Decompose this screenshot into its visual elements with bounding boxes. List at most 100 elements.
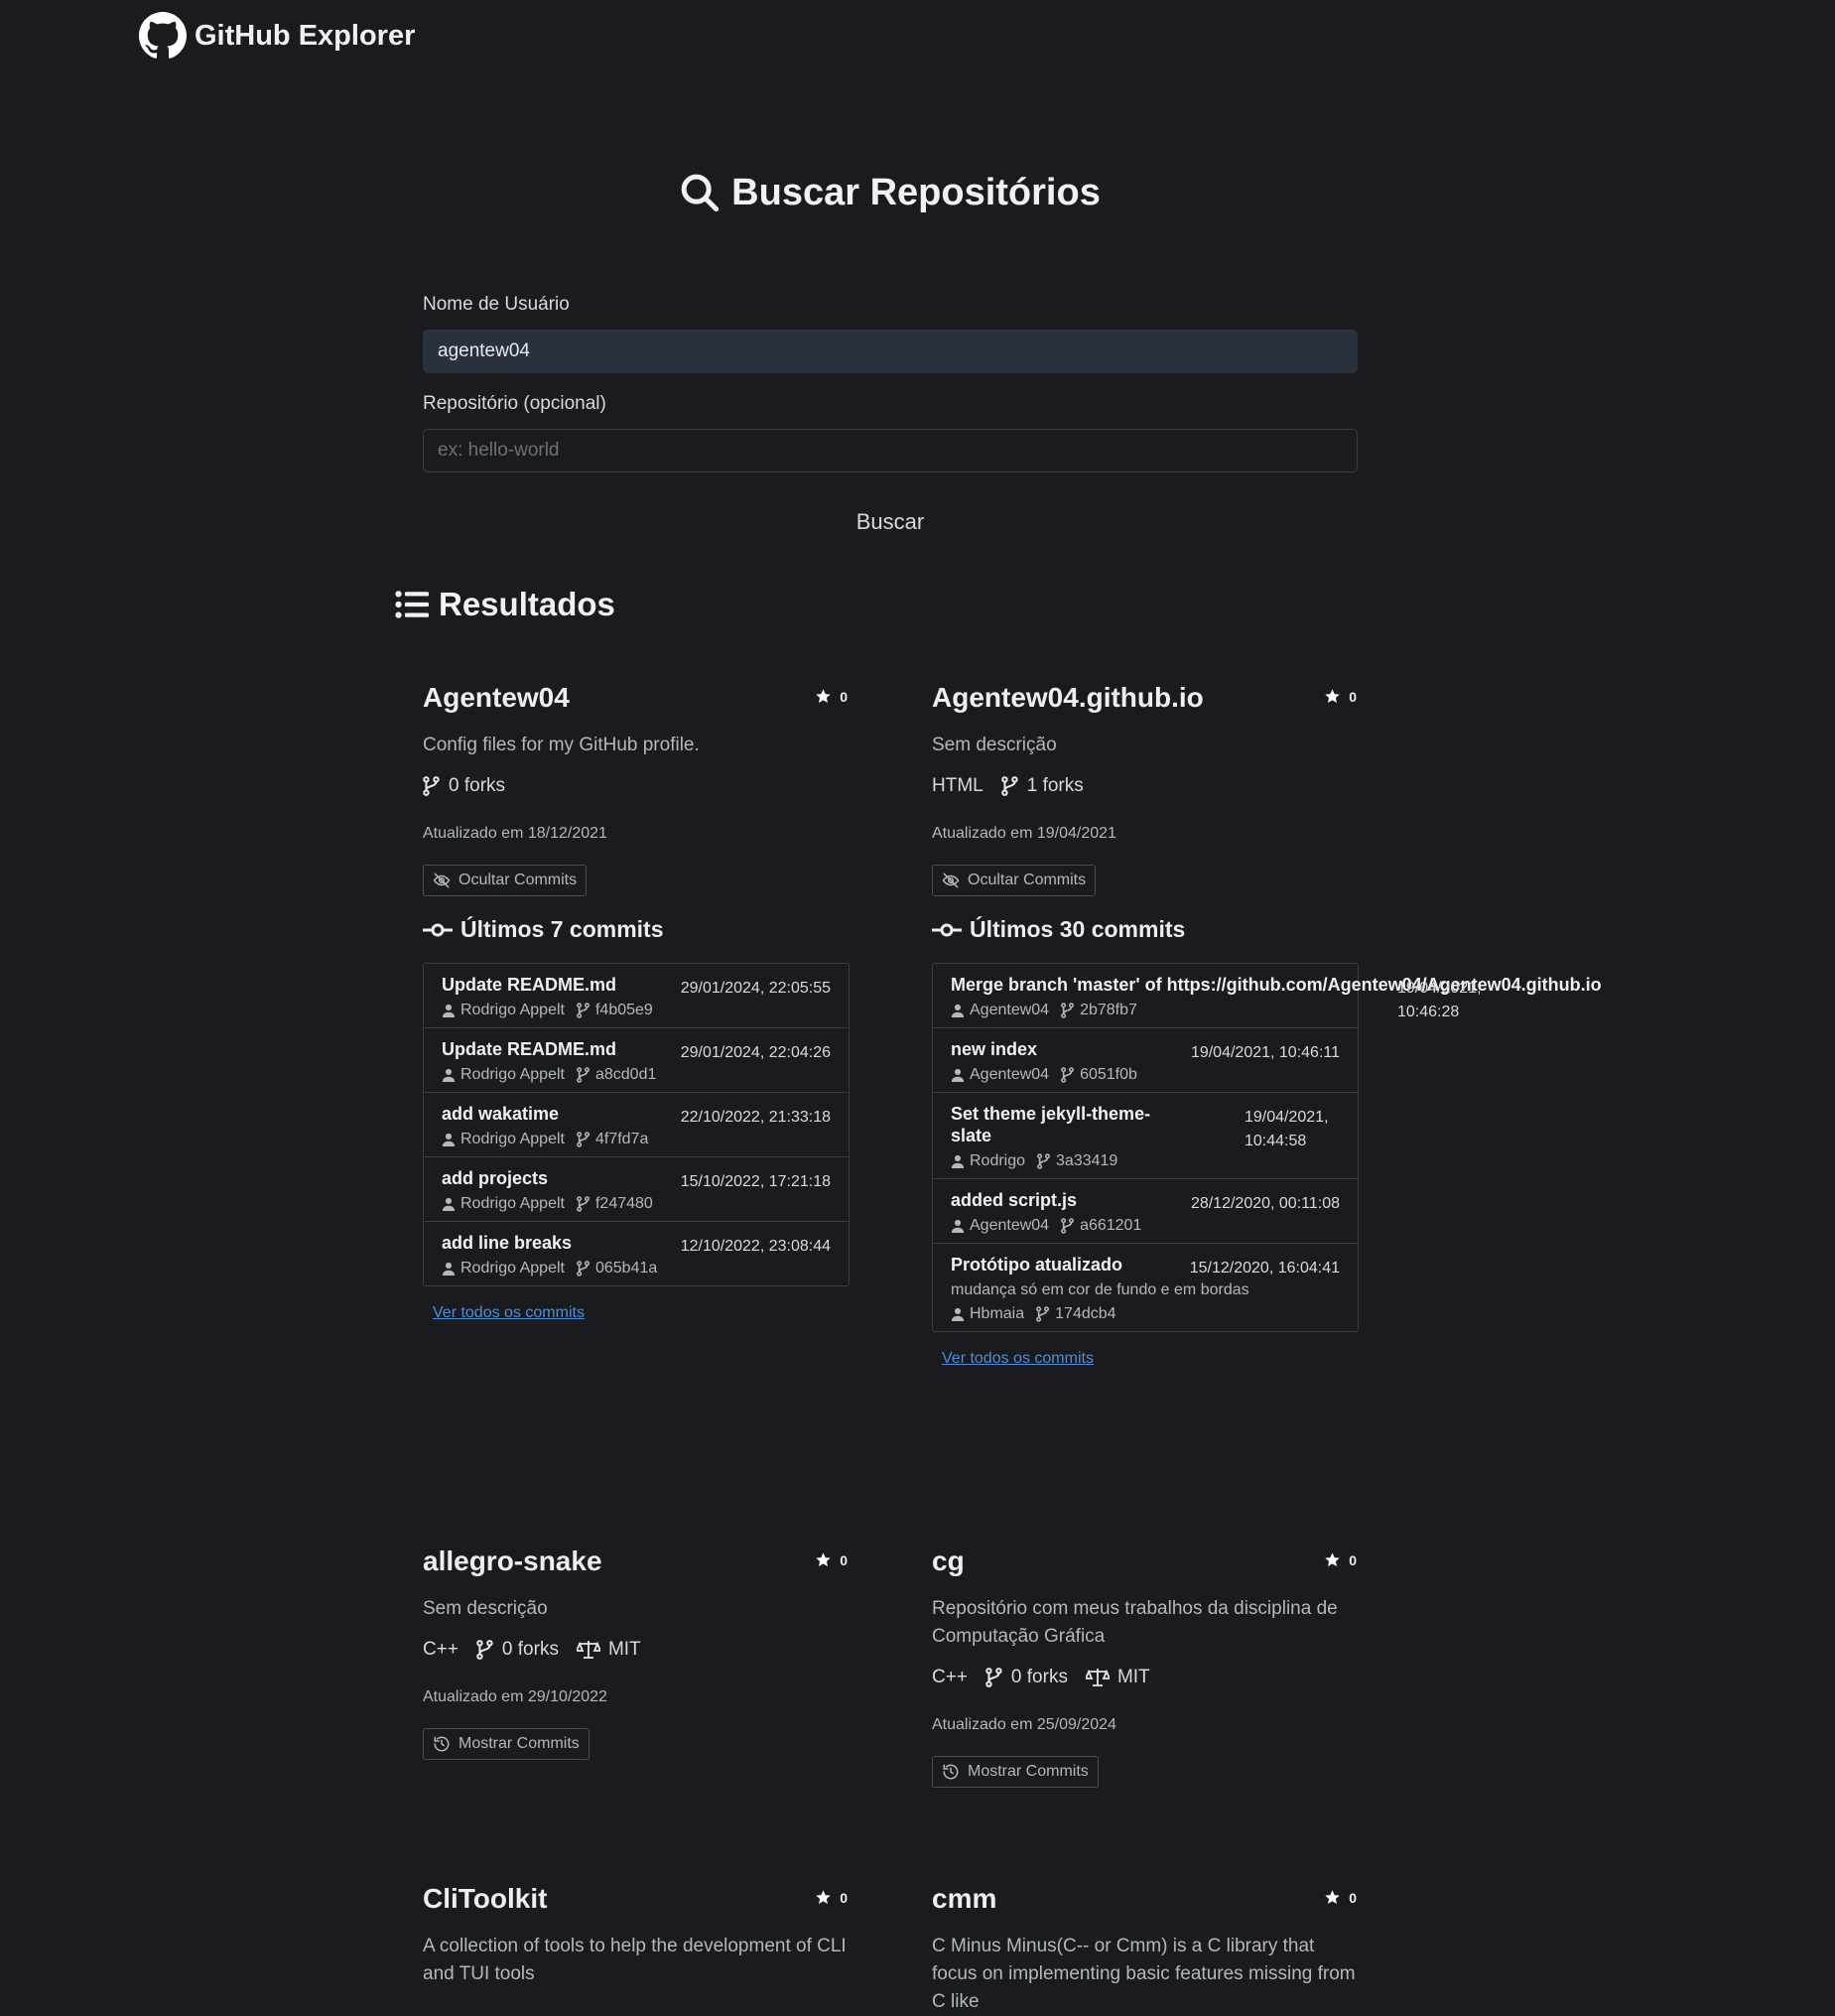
forks-count: 0 forks: [423, 775, 505, 797]
commit-item[interactable]: Set theme jekyll-theme-slate 19/04/2021,…: [933, 1093, 1358, 1179]
repo-description: C Minus Minus(C-- or Cmm) is a C library…: [932, 1936, 1356, 2012]
commit-author: Rodrigo Appelt: [460, 1131, 565, 1147]
repo-name[interactable]: Agentew04: [423, 682, 570, 714]
commit-author: Rodrigo Appelt: [460, 1260, 565, 1277]
commit-item[interactable]: add wakatime 22/10/2022, 21:33:18 Rodrig…: [424, 1093, 849, 1157]
commit-item[interactable]: Update README.md 29/01/2024, 22:05:55 Ro…: [424, 964, 849, 1028]
commit-date: 19/04/2021, 10:46:28: [1397, 980, 1482, 1020]
view-all-commits-link[interactable]: Ver todos os commits: [942, 1350, 1094, 1368]
app-title[interactable]: GitHub Explorer: [195, 20, 415, 53]
scale-icon: [576, 1641, 600, 1659]
star-icon: [816, 689, 831, 704]
branch-icon: [1061, 1067, 1075, 1083]
commit-item[interactable]: Merge branch 'master' of https://github.…: [933, 964, 1602, 1028]
commit-item[interactable]: added script.js 28/12/2020, 00:11:08 Age…: [933, 1179, 1358, 1244]
commit-item[interactable]: add line breaks 12/10/2022, 23:08:44 Rod…: [424, 1222, 849, 1285]
language: C++: [423, 1639, 459, 1660]
commit-item[interactable]: add projects 15/10/2022, 17:21:18 Rodrig…: [424, 1157, 849, 1222]
commit-item[interactable]: Update README.md 29/01/2024, 22:04:26 Ro…: [424, 1028, 849, 1093]
repo-description: Config files for my GitHub profile.: [423, 735, 700, 755]
license: MIT: [1085, 1667, 1150, 1688]
search-button[interactable]: Buscar: [851, 508, 930, 536]
branch-icon: [1037, 1153, 1051, 1169]
commit-message: Merge branch 'master' of https://github.…: [951, 975, 1602, 995]
commit-date: 19/04/2021, 10:44:58: [1245, 1109, 1329, 1149]
commits-heading: Últimos 7 commits: [423, 916, 850, 943]
show-commits-button[interactable]: Mostrar Commits: [423, 1728, 590, 1760]
repo-name[interactable]: allegro-snake: [423, 1546, 602, 1577]
repo-input[interactable]: [423, 429, 1358, 472]
star-icon: [1325, 1890, 1340, 1905]
commit-sha: f4b05e9: [594, 1002, 653, 1018]
repo-name[interactable]: cg: [932, 1546, 965, 1577]
repo-card: allegro-snake 0 Sem descrição C++ 0 fork…: [423, 1546, 850, 1760]
show-commits-button[interactable]: Mostrar Commits: [932, 1756, 1099, 1788]
list-icon: [395, 591, 429, 618]
commit-author: Rodrigo Appelt: [460, 1066, 565, 1083]
commit-author: Agentew04: [970, 1217, 1050, 1234]
search-icon: [681, 174, 720, 212]
commit-sha: 174dcb4: [1055, 1305, 1116, 1322]
forks-count: 0 forks: [985, 1667, 1068, 1688]
user-icon: [951, 1004, 965, 1017]
branch-icon: [577, 1261, 590, 1277]
commit-item[interactable]: new index 19/04/2021, 10:46:11 Agentew04…: [933, 1028, 1358, 1093]
user-icon: [442, 1068, 456, 1082]
commit-date: 22/10/2022, 21:33:18: [680, 1109, 831, 1126]
branch-icon: [1061, 1003, 1075, 1018]
history-icon: [434, 1736, 450, 1752]
commit-author: Agentew04: [970, 1002, 1050, 1018]
commit-date: 29/01/2024, 22:05:55: [680, 980, 831, 997]
language: HTML: [932, 775, 983, 796]
user-icon: [951, 1068, 965, 1082]
github-logo-icon[interactable]: [139, 12, 187, 60]
scale-icon: [1085, 1669, 1110, 1686]
commit-date: 15/10/2022, 17:21:18: [680, 1173, 831, 1190]
commit-list: Merge branch 'master' of https://github.…: [932, 963, 1602, 1332]
repo-meta: C++ 0 forks MIT: [423, 1639, 850, 1661]
repo-description: Repositório com meus trabalhos da discip…: [932, 1598, 1338, 1647]
eye-slash-icon: [942, 873, 960, 888]
commit-author: Rodrigo Appelt: [460, 1195, 565, 1212]
branch-icon: [577, 1132, 590, 1147]
star-count: 0: [1324, 1889, 1357, 1906]
branch-icon: [577, 1067, 590, 1083]
commit-author: Rodrigo: [970, 1152, 1026, 1169]
commit-sha: f247480: [594, 1195, 653, 1212]
repo-name[interactable]: CliToolkit: [423, 1883, 547, 1915]
fork-icon: [476, 1640, 493, 1660]
star-count: 0: [1324, 1551, 1357, 1568]
fork-icon: [985, 1668, 1002, 1687]
view-all-commits-link[interactable]: Ver todos os commits: [433, 1304, 585, 1322]
repo-description: Sem descrição: [423, 1598, 548, 1619]
repo-card: CliToolkit 0 A collection of tools to he…: [423, 1883, 850, 1988]
username-label: Nome de Usuário: [423, 294, 570, 315]
updated-date: Atualizado em 29/10/2022: [423, 1688, 607, 1705]
hide-commits-button[interactable]: Ocultar Commits: [932, 865, 1097, 896]
commit-date: 19/04/2021, 10:46:11: [1190, 1044, 1340, 1061]
commit-author: Hbmaia: [970, 1305, 1025, 1322]
branch-icon: [1061, 1218, 1075, 1234]
repo-name[interactable]: cmm: [932, 1883, 996, 1915]
star-icon: [1325, 1552, 1340, 1567]
commit-item[interactable]: Protótipo atualizado 15/12/2020, 16:04:4…: [933, 1244, 1358, 1331]
commit-date: 15/12/2020, 16:04:41: [1189, 1260, 1340, 1277]
repo-card: cmm 0 C Minus Minus(C-- or Cmm) is a C l…: [932, 1883, 1359, 2016]
branch-icon: [577, 1003, 590, 1018]
star-icon: [816, 1552, 831, 1567]
user-icon: [951, 1307, 965, 1321]
star-icon: [1325, 689, 1340, 704]
repo-name[interactable]: Agentew04.github.io: [932, 682, 1204, 714]
user-icon: [951, 1219, 965, 1233]
branch-icon: [577, 1196, 590, 1212]
username-input[interactable]: [423, 330, 1358, 373]
repo-meta: C++ 0 forks MIT: [932, 1667, 1359, 1688]
commit-message: Set theme jekyll-theme-slate: [951, 1104, 1151, 1145]
repo-card: cg 0 Repositório com meus trabalhos da d…: [932, 1546, 1359, 1788]
updated-date: Atualizado em 25/09/2024: [932, 1716, 1116, 1733]
hide-commits-button[interactable]: Ocultar Commits: [423, 865, 588, 896]
updated-date: Atualizado em 18/12/2021: [423, 825, 607, 842]
repo-meta: HTML 1 forks: [932, 775, 1359, 797]
user-icon: [442, 1004, 456, 1017]
license: MIT: [576, 1639, 641, 1661]
